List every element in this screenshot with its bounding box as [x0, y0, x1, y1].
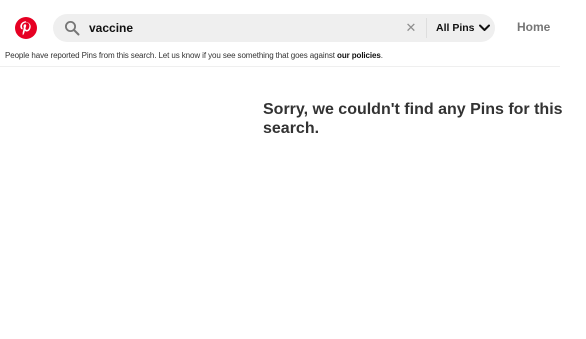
reported-pins-notice: People have reported Pins from this sear… [5, 51, 383, 60]
policies-link[interactable]: our policies [337, 51, 381, 60]
home-link[interactable]: Home [517, 20, 550, 34]
filter-dropdown[interactable]: All Pins [436, 19, 490, 37]
pinterest-logo-icon[interactable] [15, 17, 37, 39]
chevron-down-icon [478, 24, 490, 31]
search-divider [426, 18, 427, 38]
close-icon[interactable]: ✕ [403, 19, 419, 37]
filter-label: All Pins [436, 22, 475, 34]
search-input[interactable] [89, 17, 389, 39]
search-icon [65, 21, 80, 36]
empty-results-message: Sorry, we couldn't find any Pins for thi… [263, 101, 563, 137]
notice-trailing: . [380, 51, 383, 60]
notice-text: People have reported Pins from this sear… [5, 51, 338, 60]
search-bar: ✕ All Pins [53, 14, 495, 42]
header-divider [0, 66, 560, 67]
header-bar: ✕ All Pins Home [0, 0, 586, 48]
pinterest-search-page: ✕ All Pins Home People have reported Pin… [0, 0, 586, 339]
